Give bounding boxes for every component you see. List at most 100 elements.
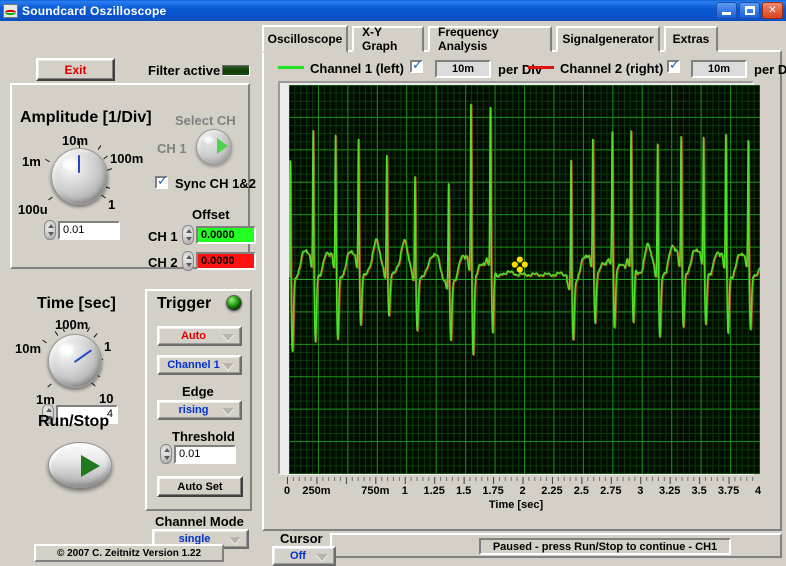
amp-tick-0 (79, 141, 80, 148)
tab-oscilloscope[interactable]: Oscilloscope (262, 25, 348, 53)
channel2-enable-checkbox[interactable] (667, 58, 680, 73)
run-stop-button[interactable] (48, 442, 112, 488)
window-controls: ✕ (716, 2, 783, 19)
cursor-select[interactable]: Off (272, 546, 336, 566)
amp-scale-1: 1 (108, 197, 116, 212)
x-tick-label: 250m (302, 485, 331, 497)
offset-ch1-spinner-group[interactable]: 0.0000 (182, 225, 256, 245)
auto-set-button[interactable]: Auto Set (157, 476, 243, 497)
time-title: Time [sec] (37, 295, 116, 312)
time-knob[interactable] (48, 334, 102, 388)
exit-button[interactable]: Exit (36, 58, 115, 81)
offset-ch2-label: CH 2 (148, 255, 178, 270)
waveform-plot[interactable] (289, 85, 760, 474)
trigger-source-select[interactable]: Channel 1 (157, 355, 242, 375)
x-tick-label: 750m (361, 485, 390, 497)
x-tick-label: 2 (519, 485, 526, 497)
offset-ch2-spinner[interactable] (182, 251, 194, 271)
offset-ch2-spinner-group[interactable]: 0.0000 (182, 251, 256, 271)
copyright-label: © 2007 C. Zeitnitz Version 1.22 (34, 544, 224, 562)
oscilloscope-icon (3, 3, 18, 18)
x-tick-label: 1.5 (455, 485, 472, 497)
chevron-down-icon (222, 334, 234, 341)
x-tick-label: 1 (401, 485, 408, 497)
tab-extras[interactable]: Extras (664, 26, 718, 52)
amplitude-spinner[interactable] (44, 220, 56, 240)
x-tick-label: 2.25 (541, 485, 563, 497)
runstop-label: Run/Stop (38, 413, 110, 430)
x-axis-labels: 0 250m 750m 1 1.25 1.5 1.75 2 2.25 2.5 2.75 3 3.25 3.… (278, 485, 768, 499)
amp-scale-100m: 100m (110, 151, 144, 166)
trigger-edge-select[interactable]: rising (157, 400, 242, 420)
amplitude-knob[interactable] (51, 148, 108, 205)
x-tick-label: 1.25 (423, 485, 445, 497)
chevron-down-icon (229, 537, 241, 544)
sync-channels-checkbox[interactable] (155, 174, 168, 189)
knob-highlight (203, 136, 213, 143)
select-ch-value: CH 1 (157, 141, 187, 156)
x-axis-ticks (287, 477, 754, 484)
threshold-field[interactable]: 0.01 (160, 444, 236, 464)
x-axis-title: Time [sec] (488, 499, 544, 511)
amplitude-value-field[interactable]: 0.01 (44, 220, 120, 240)
x-tick-label: 3.25 (658, 485, 681, 497)
knob-highlight (59, 344, 73, 355)
amp-scale-1m: 1m (22, 154, 41, 169)
time-tick-8 (47, 383, 52, 388)
channel1-per-div-label: per Div (498, 62, 543, 77)
offset-ch1-spinner[interactable] (182, 225, 194, 245)
x-tick-label: 3 (637, 485, 644, 497)
close-icon[interactable]: ✕ (762, 2, 783, 19)
time-tick-9 (42, 339, 47, 344)
minimize-button[interactable] (716, 2, 737, 19)
amp-scale-10m: 10m (62, 133, 89, 148)
amplitude-value[interactable]: 0.01 (58, 220, 120, 240)
offset-ch1-value[interactable]: 0.0000 (196, 226, 256, 244)
x-tick-label: 0 (283, 485, 291, 497)
channel-mode-title: Channel Mode (155, 514, 244, 529)
channel1-label: Channel 1 (left) (310, 61, 404, 76)
x-tick-label: 1.75 (482, 485, 504, 497)
tab-signalgenerator[interactable]: Signalgenerator (556, 26, 660, 52)
bottom-bar: Cursor Paused - press Run/Stop to contin… (262, 531, 782, 566)
control-panel: Exit Filter active Amplitude [1/Div] 10m… (0, 21, 258, 562)
tab-frequency-analysis[interactable]: Frequency Analysis (428, 25, 552, 53)
threshold-title: Threshold (172, 429, 235, 444)
tab-xy-graph[interactable]: X-Y Graph (352, 25, 424, 53)
chevron-down-icon (222, 363, 234, 370)
cursor-marker (511, 256, 528, 273)
sync-channels-label: Sync CH 1&2 (175, 176, 256, 191)
channel2-per-div-value[interactable]: 10m (691, 60, 747, 78)
window-titlebar: Soundcard Oszilloscope ✕ (0, 0, 786, 21)
filter-active-label: Filter active (148, 63, 221, 78)
amp-scale-100u: 100u (18, 202, 48, 217)
time-tick-4 (93, 333, 98, 338)
edge-title: Edge (182, 384, 214, 399)
offset-title: Offset (192, 207, 230, 222)
x-tick-label: 4 (754, 485, 762, 497)
trigger-led-icon (226, 295, 242, 311)
chevron-down-icon (222, 408, 234, 415)
x-tick-label: 3.75 (717, 485, 740, 497)
cursor-title: Cursor (280, 531, 323, 546)
knob-needle (73, 349, 93, 363)
offset-ch2-value[interactable]: 0.0000 (196, 252, 256, 270)
select-ch-knob[interactable] (196, 129, 232, 165)
filter-active-indicator (222, 65, 250, 76)
offset-ch1-label: CH 1 (148, 229, 178, 244)
maximize-button[interactable] (739, 2, 760, 19)
x-tick-label: 2.75 (600, 485, 622, 497)
waveform-svg (289, 85, 760, 474)
channel2-per-div-label: per Div (754, 62, 786, 77)
channel1-per-div-value[interactable]: 10m (435, 60, 491, 78)
waveform-plot-frame (278, 81, 760, 475)
time-tick-3 (86, 327, 91, 332)
scope-panel: Oscilloscope X-Y Graph Frequency Analysi… (258, 21, 786, 566)
channel1-enable-checkbox[interactable] (410, 58, 423, 73)
x-tick-label: 3.5 (691, 485, 707, 497)
trigger-mode-select[interactable]: Auto (157, 326, 242, 346)
select-ch-title: Select CH (175, 113, 236, 128)
amplitude-title: Amplitude [1/Div] (20, 109, 152, 126)
threshold-spinner[interactable] (160, 444, 172, 464)
threshold-value[interactable]: 0.01 (174, 444, 236, 464)
